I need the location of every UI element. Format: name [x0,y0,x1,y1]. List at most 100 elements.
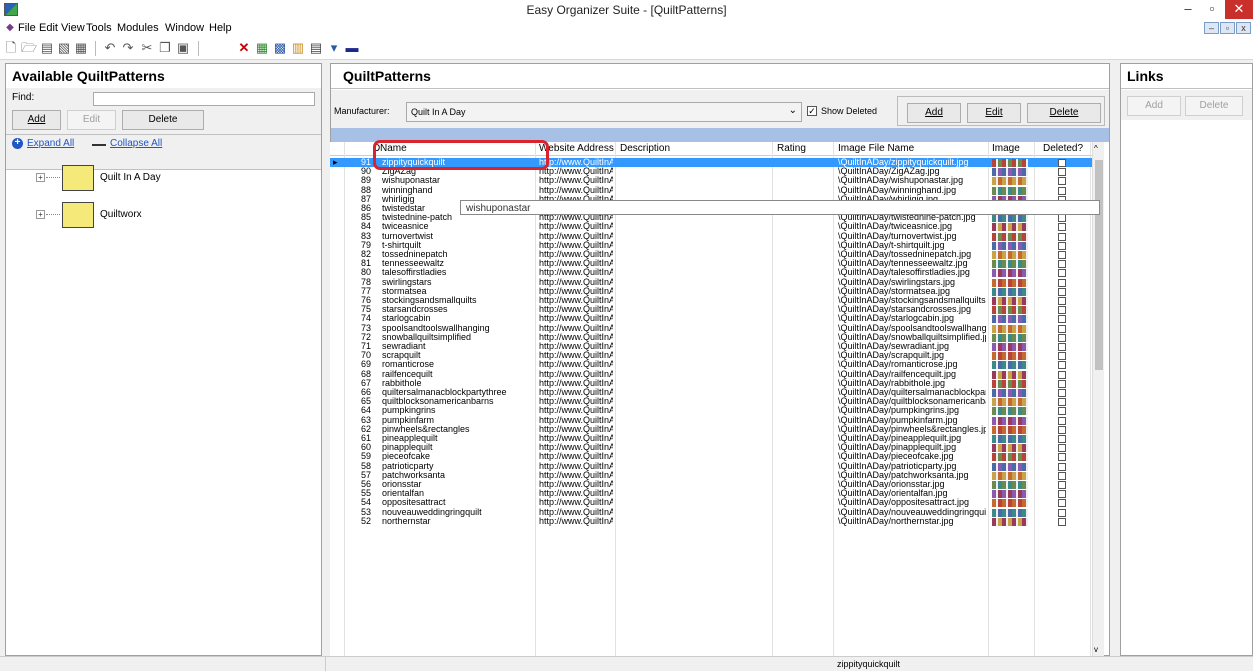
undo-icon[interactable]: ↶ [102,40,118,56]
close-button[interactable]: ✕ [1225,0,1253,19]
expand-node-icon[interactable]: + [36,173,45,182]
patterns-grid[interactable]: D Name Website Address Description Ratin… [330,142,1100,656]
grid-icon[interactable]: ▩ [272,40,288,56]
deleted-checkbox[interactable] [1058,425,1066,434]
report-icon[interactable]: ▤ [308,40,324,56]
table-row[interactable]: 55 orientalfan http://www.QuiltInA \QuiltIn… [330,489,1100,499]
filter-icon[interactable]: ▾ [326,40,342,56]
table-row[interactable]: 64 pumpkingrins http://www.QuiltInA \QuiltI… [330,406,1100,416]
table-row[interactable]: 65 quiltblocksonamericanbarns http://www.Q… [330,397,1100,407]
deleted-checkbox[interactable] [1058,343,1066,351]
deleted-checkbox[interactable] [1058,324,1066,333]
cut-icon[interactable]: ✂ [139,40,155,56]
deleted-checkbox[interactable] [1058,177,1066,186]
table-row[interactable]: 82 tossedninepatch http://www.QuiltInA \Qui… [330,250,1100,259]
deleted-checkbox[interactable] [1058,398,1066,407]
deleted-checkbox[interactable] [1058,251,1066,259]
deleted-checkbox[interactable] [1058,370,1066,379]
collapse-all-icon[interactable] [92,144,106,146]
links-add-button[interactable]: Add [1127,96,1181,116]
deleted-checkbox[interactable] [1058,352,1066,361]
table-row[interactable]: 71 sewradiant http://www.QuiltInA \QuiltInA… [330,342,1100,351]
table-row[interactable]: 59 pieceofcake http://www.QuiltInA \QuiltIn… [330,452,1100,462]
new-file-icon[interactable]: 🗋 [3,40,19,56]
table-row[interactable]: 52 northernstar http://www.QuiltInA \QuiltI… [330,517,1100,526]
menu-view[interactable]: View [61,22,85,34]
paste-icon[interactable]: ▣ [175,40,191,56]
table-row[interactable]: 57 patchworksanta http://www.QuiltInA \Quil… [330,471,1100,480]
deleted-checkbox[interactable] [1058,435,1066,443]
table-row[interactable]: 74 starlogcabin http://www.QuiltInA \QuiltI… [330,314,1100,324]
show-deleted-checkbox[interactable]: ✓ [807,106,817,116]
menu-modules[interactable]: Modules [117,22,159,34]
deleted-checkbox[interactable] [1058,260,1066,269]
column-image[interactable]: Image [992,143,1020,154]
table-row[interactable]: 77 stormatsea http://www.QuiltInA \QuiltInA… [330,287,1100,296]
deleted-checkbox[interactable] [1058,444,1066,453]
table-row[interactable]: 67 rabbithole http://www.QuiltInA \QuiltInA… [330,379,1100,388]
column-website[interactable]: Website Address [539,143,614,154]
deleted-checkbox[interactable] [1058,168,1066,177]
chart-icon[interactable]: ▥ [290,40,306,56]
expand-all-link[interactable]: Expand All [27,138,74,149]
deleted-checkbox[interactable] [1058,159,1066,167]
deleted-checkbox[interactable] [1058,517,1066,526]
table-row[interactable]: 89 wishuponastar http://www.QuiltInA \Quilt… [330,176,1100,186]
column-deleted[interactable]: Deleted? [1043,143,1083,154]
mdi-restore-button[interactable]: ▫ [1220,22,1235,34]
table-row[interactable]: 61 pineapplequilt http://www.QuiltInA \Quil… [330,434,1100,443]
table-row[interactable]: 62 pinwheels&rectangles http://www.QuiltIn… [330,425,1100,434]
table-row[interactable]: 78 swirlingstars http://www.QuiltInA \Quilt… [330,278,1100,287]
column-image-file[interactable]: Image File Name [838,143,914,154]
table-row[interactable]: 83 turnovertwist http://www.QuiltInA \Quilt… [330,232,1100,241]
mdi-child-icon[interactable]: ◆ [2,20,18,36]
redo-icon[interactable]: ↷ [120,40,136,56]
deleted-checkbox[interactable] [1058,278,1066,287]
mdi-minimize-button[interactable]: – [1204,22,1219,34]
minimize-button[interactable]: – [1177,0,1199,19]
table-row[interactable]: 60 pinapplequilt http://www.QuiltInA \Quilt… [330,443,1100,453]
open-file-icon[interactable]: 🗁 [21,40,37,56]
scroll-down-icon[interactable]: v [1094,645,1098,654]
spreadsheet-icon[interactable]: ▦ [254,40,270,56]
table-row[interactable]: 69 romanticrose http://www.QuiltInA \QuiltI… [330,360,1100,370]
edit-button[interactable]: Edit [967,103,1021,123]
find-input[interactable] [93,92,315,106]
column-rating[interactable]: Rating [777,143,806,154]
table-row[interactable]: 84 twiceasnice http://www.QuiltInA \QuiltIn… [330,222,1100,232]
table-row[interactable]: 53 nouveauweddingringquilt http://www.Quil… [330,508,1100,517]
deleted-checkbox[interactable] [1058,214,1066,223]
add-button[interactable]: Add [12,110,61,130]
expand-all-icon[interactable]: + [12,138,23,149]
mdi-close-button[interactable]: x [1236,22,1251,34]
table-row[interactable]: 81 tennesseewaltz http://www.QuiltInA \Quil… [330,259,1100,269]
deleted-checkbox[interactable] [1058,269,1066,278]
table-row[interactable]: 68 railfencequilt http://www.QuiltInA \Quil… [330,370,1100,379]
maximize-button[interactable]: ▫ [1201,0,1223,19]
menu-edit[interactable]: Edit [39,22,58,34]
deleted-checkbox[interactable] [1058,471,1066,480]
deleted-checkbox[interactable] [1058,232,1066,241]
deleted-checkbox[interactable] [1058,241,1066,250]
menu-tools[interactable]: Tools [86,22,112,34]
deleted-checkbox[interactable] [1058,416,1066,425]
delete-button[interactable]: Delete [1027,103,1101,123]
print-icon[interactable]: ▦ [73,40,89,56]
manufacturer-dropdown[interactable]: Quilt In A Day ⌄ [406,102,802,122]
add-button[interactable]: Add [907,103,961,123]
deleted-checkbox[interactable] [1058,333,1066,342]
deleted-checkbox[interactable] [1058,462,1066,471]
table-row[interactable]: 56 orionsstar http://www.QuiltInA \QuiltInA… [330,480,1100,489]
deleted-checkbox[interactable] [1058,186,1066,195]
deleted-checkbox[interactable] [1058,306,1066,315]
edit-button[interactable]: Edit [67,110,116,130]
monitor-icon[interactable]: ▬ [344,40,360,56]
deleted-checkbox[interactable] [1058,490,1066,499]
table-row[interactable]: 63 pumpkinfarm http://www.QuiltInA \QuiltIn… [330,416,1100,425]
save-icon[interactable]: ▤ [39,40,55,56]
menu-help[interactable]: Help [209,22,232,34]
table-row[interactable]: 70 scrapquilt http://www.QuiltInA \QuiltInA… [330,351,1100,361]
deleted-checkbox[interactable] [1058,379,1066,388]
scroll-up-icon[interactable]: ^ [1094,144,1098,153]
collapse-all-link[interactable]: Collapse All [110,138,162,149]
